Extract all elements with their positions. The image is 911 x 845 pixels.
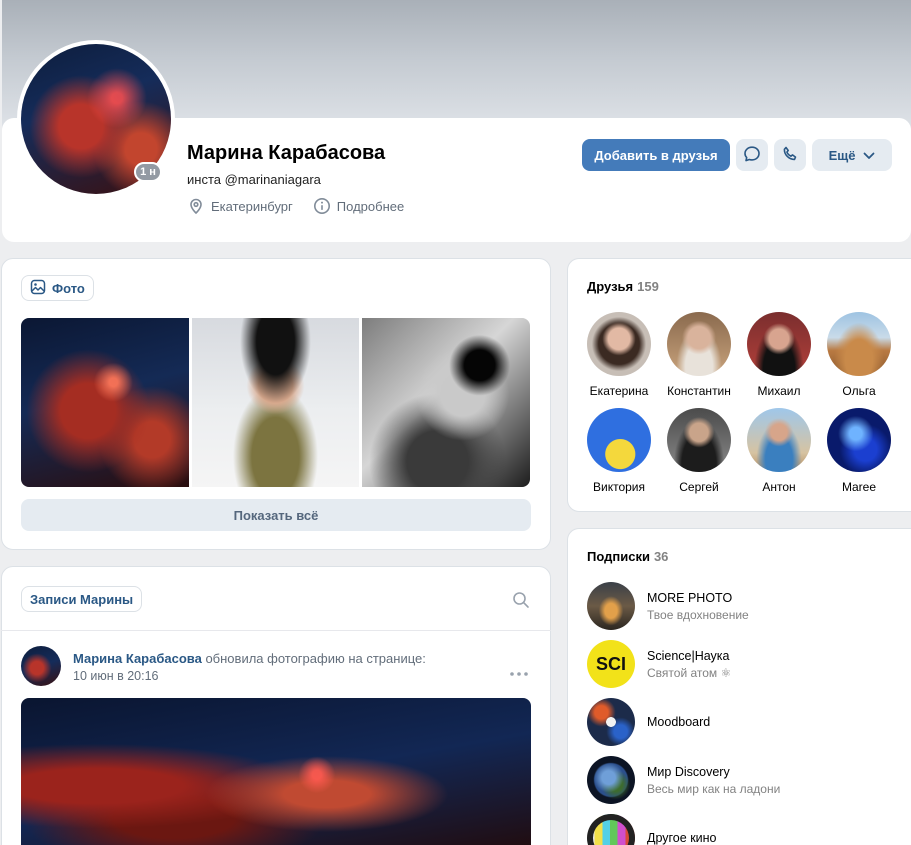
friend-item[interactable]: Сергей	[659, 408, 739, 494]
subscriptions-header[interactable]: Подписки 36	[587, 549, 668, 564]
subscription-item[interactable]: MORE PHOTO Твое вдохновение	[587, 582, 749, 630]
friend-name: Антон	[762, 480, 796, 494]
subscription-avatar	[587, 698, 635, 746]
friend-avatar	[587, 312, 651, 376]
subscriptions-count: 36	[653, 549, 669, 564]
photo-thumbnail[interactable]	[21, 318, 189, 487]
subscription-desc: Весь мир как на ладони	[647, 781, 781, 796]
show-all-photos-button[interactable]: Показать всё	[21, 499, 531, 531]
subscription-name: Science|Наука	[647, 648, 730, 663]
post-author-link[interactable]: Марина Карабасова	[73, 651, 202, 666]
subscriptions-title: Подписки	[587, 549, 650, 564]
friend-item[interactable]: Екатерина	[579, 312, 659, 398]
subscription-name: Мир Discovery	[647, 764, 730, 779]
friend-name: Ольга	[842, 384, 876, 398]
info-icon[interactable]	[313, 197, 331, 215]
friend-name: Константин	[667, 384, 731, 398]
wall-posts-tab[interactable]: Записи Марины	[21, 586, 143, 612]
photos-tab[interactable]: Фото	[21, 275, 94, 301]
online-badge: 1 н	[134, 162, 162, 182]
friend-avatar	[587, 408, 651, 472]
post-author-avatar[interactable]	[21, 646, 61, 686]
more-button[interactable]: Ещё	[812, 139, 892, 171]
friend-item[interactable]: Ольга	[819, 312, 899, 398]
friend-item[interactable]: Михаил	[739, 312, 819, 398]
subscription-name: MORE PHOTO	[647, 590, 733, 605]
post-date[interactable]: 10 июн в 20:16	[73, 669, 159, 683]
more-dots-icon[interactable]	[510, 664, 528, 679]
subscription-avatar	[587, 756, 635, 804]
photo-thumbnail[interactable]	[192, 318, 359, 487]
post-photo[interactable]	[21, 698, 531, 845]
friends-header[interactable]: Друзья 159	[587, 279, 659, 294]
friend-name: Михаил	[757, 384, 801, 398]
friend-avatar	[827, 312, 891, 376]
friend-item[interactable]: Константин	[659, 312, 739, 398]
science-logo-text: SCI	[595, 653, 626, 674]
friend-avatar	[747, 408, 811, 472]
subscription-item[interactable]: Другое кино	[587, 814, 717, 845]
divider	[1, 630, 551, 631]
subscription-avatar: SCI	[587, 640, 635, 688]
profile-name: Марина Карабасова	[187, 142, 386, 164]
friend-item[interactable]: Виктория	[579, 408, 659, 494]
photos-tab-label: Фото	[52, 280, 85, 296]
friend-name: Сергей	[679, 480, 719, 494]
phone-icon	[780, 144, 800, 167]
profile-status: инста @marinaniagara	[187, 172, 321, 187]
post-action-text: обновила фотографию на странице:	[205, 651, 426, 666]
subscription-desc: Святой атом ⚛	[647, 665, 732, 680]
wall-posts-tab-label: Записи Марины	[30, 591, 134, 607]
subscription-name: Moodboard	[647, 715, 711, 729]
add-friend-button[interactable]: Добавить в друзья	[582, 139, 730, 171]
friend-name: Екатерина	[589, 384, 649, 398]
subscription-desc: Твое вдохновение	[647, 607, 749, 622]
subscription-avatar	[587, 582, 635, 630]
friend-avatar	[667, 408, 731, 472]
post-header: Марина Карабасова обновила фотографию на…	[73, 651, 426, 666]
friend-name: Виктория	[592, 480, 645, 494]
call-button[interactable]	[774, 139, 806, 171]
friend-name: Maree	[841, 480, 876, 494]
friend-item[interactable]: Maree	[819, 408, 899, 494]
friend-avatar	[827, 408, 891, 472]
profile-city[interactable]: Екатеринбург	[211, 199, 293, 214]
photo-thumbnail[interactable]	[362, 318, 530, 487]
friend-avatar	[667, 312, 731, 376]
subscription-item[interactable]: SCI Science|Наука Святой атом ⚛	[587, 640, 731, 688]
message-icon	[742, 144, 762, 167]
details-link[interactable]: Подробнее	[337, 199, 404, 214]
friends-count: 159	[637, 279, 659, 294]
subscription-item[interactable]: Мир Discovery Весь мир как на ладони	[587, 756, 780, 804]
subscription-avatar	[587, 814, 635, 845]
more-label: Ещё	[828, 147, 856, 163]
profile-meta: Екатеринбург Подробнее	[187, 197, 404, 215]
location-pin-icon	[187, 197, 205, 215]
search-icon[interactable]	[512, 591, 530, 612]
friends-title: Друзья	[587, 279, 634, 294]
message-button[interactable]	[736, 139, 768, 171]
friend-avatar	[747, 312, 811, 376]
image-icon	[30, 279, 46, 298]
chevron-down-icon	[863, 148, 875, 163]
subscription-item[interactable]: Moodboard	[587, 698, 710, 746]
subscription-name: Другое кино	[647, 831, 717, 845]
friend-item[interactable]: Антон	[739, 408, 819, 494]
